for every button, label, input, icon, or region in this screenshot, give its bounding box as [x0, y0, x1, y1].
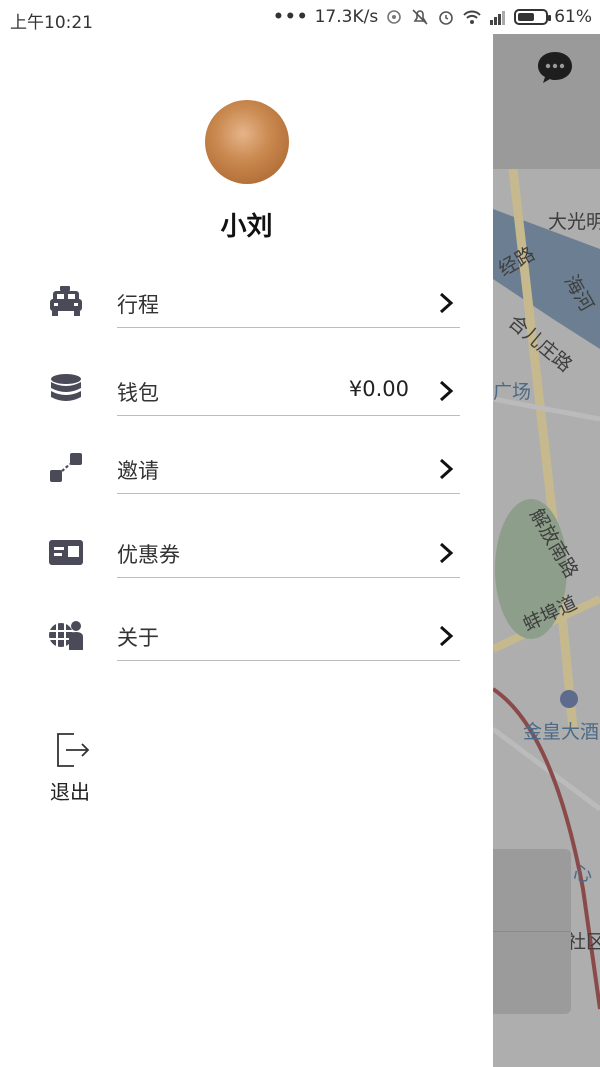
- battery-percent: 61%: [554, 7, 592, 27]
- menu-item-about[interactable]: 关于: [0, 607, 493, 667]
- map-label: 大光明: [548, 211, 600, 233]
- logout-button[interactable]: 退出: [48, 732, 100, 804]
- divider: [117, 493, 460, 494]
- mute-bell-icon: [412, 9, 428, 25]
- divider: [117, 415, 460, 416]
- menu-item-wallet[interactable]: 钱包 ¥0.00: [0, 362, 493, 422]
- wallet-coins-icon: [51, 374, 81, 401]
- menu-item-coupons[interactable]: 优惠券: [0, 524, 493, 584]
- menu-item-invite[interactable]: 邀请: [0, 440, 493, 500]
- menu-item-trips[interactable]: 行程: [0, 274, 493, 334]
- wallet-balance: ¥0.00: [348, 377, 409, 401]
- battery-icon: [514, 9, 552, 25]
- network-speed: 17.3K/s: [314, 7, 379, 27]
- status-bar: 上午10:21 ••• 17.3K/s 61%: [0, 0, 600, 34]
- taxi-icon: [50, 286, 82, 316]
- wifi-icon: [463, 10, 481, 24]
- map-background[interactable]: 大光明 经路 海河 合儿庄路 广场 解放南路 蚌埠道 金皇大酒 心 社区: [493, 34, 600, 1067]
- chat-bubble-icon[interactable]: [537, 50, 573, 84]
- status-time: 上午10:21: [10, 13, 93, 33]
- map-label: 金皇大酒: [523, 721, 600, 743]
- username: 小刘: [220, 212, 273, 242]
- map-label: 广场: [493, 381, 532, 403]
- map-label: 社区: [567, 931, 600, 953]
- coupon-card-icon: [49, 540, 83, 565]
- menu-item-label: 关于: [117, 626, 159, 650]
- status-icons: ••• 17.3K/s 61%: [273, 7, 592, 27]
- chevron-right-icon: [439, 542, 454, 564]
- map-header: [493, 34, 600, 169]
- divider: [117, 327, 460, 328]
- chevron-right-icon: [439, 380, 454, 402]
- alarm-icon: [439, 11, 454, 25]
- more-dots-icon: •••: [273, 7, 309, 27]
- logout-label: 退出: [50, 780, 90, 804]
- menu-item-label: 钱包: [117, 381, 159, 405]
- chevron-right-icon: [439, 625, 454, 647]
- bottom-card: [493, 849, 571, 1014]
- signal-icon: [490, 11, 506, 25]
- avatar[interactable]: [205, 100, 289, 184]
- menu-item-label: 行程: [117, 293, 159, 317]
- menu-item-label: 邀请: [117, 459, 159, 483]
- logout-icon: [57, 733, 90, 767]
- about-icon: [49, 621, 83, 650]
- divider: [117, 660, 460, 661]
- invite-share-icon: [50, 453, 82, 482]
- divider: [117, 577, 460, 578]
- map-label: 心: [573, 863, 593, 885]
- side-drawer: 小刘 行程 钱包 ¥0.00 邀请 优惠券 关于 退出: [0, 34, 493, 1067]
- hotspot-icon: [387, 10, 402, 24]
- chevron-right-icon: [439, 292, 454, 314]
- menu-item-label: 优惠券: [117, 543, 180, 567]
- chevron-right-icon: [439, 458, 454, 480]
